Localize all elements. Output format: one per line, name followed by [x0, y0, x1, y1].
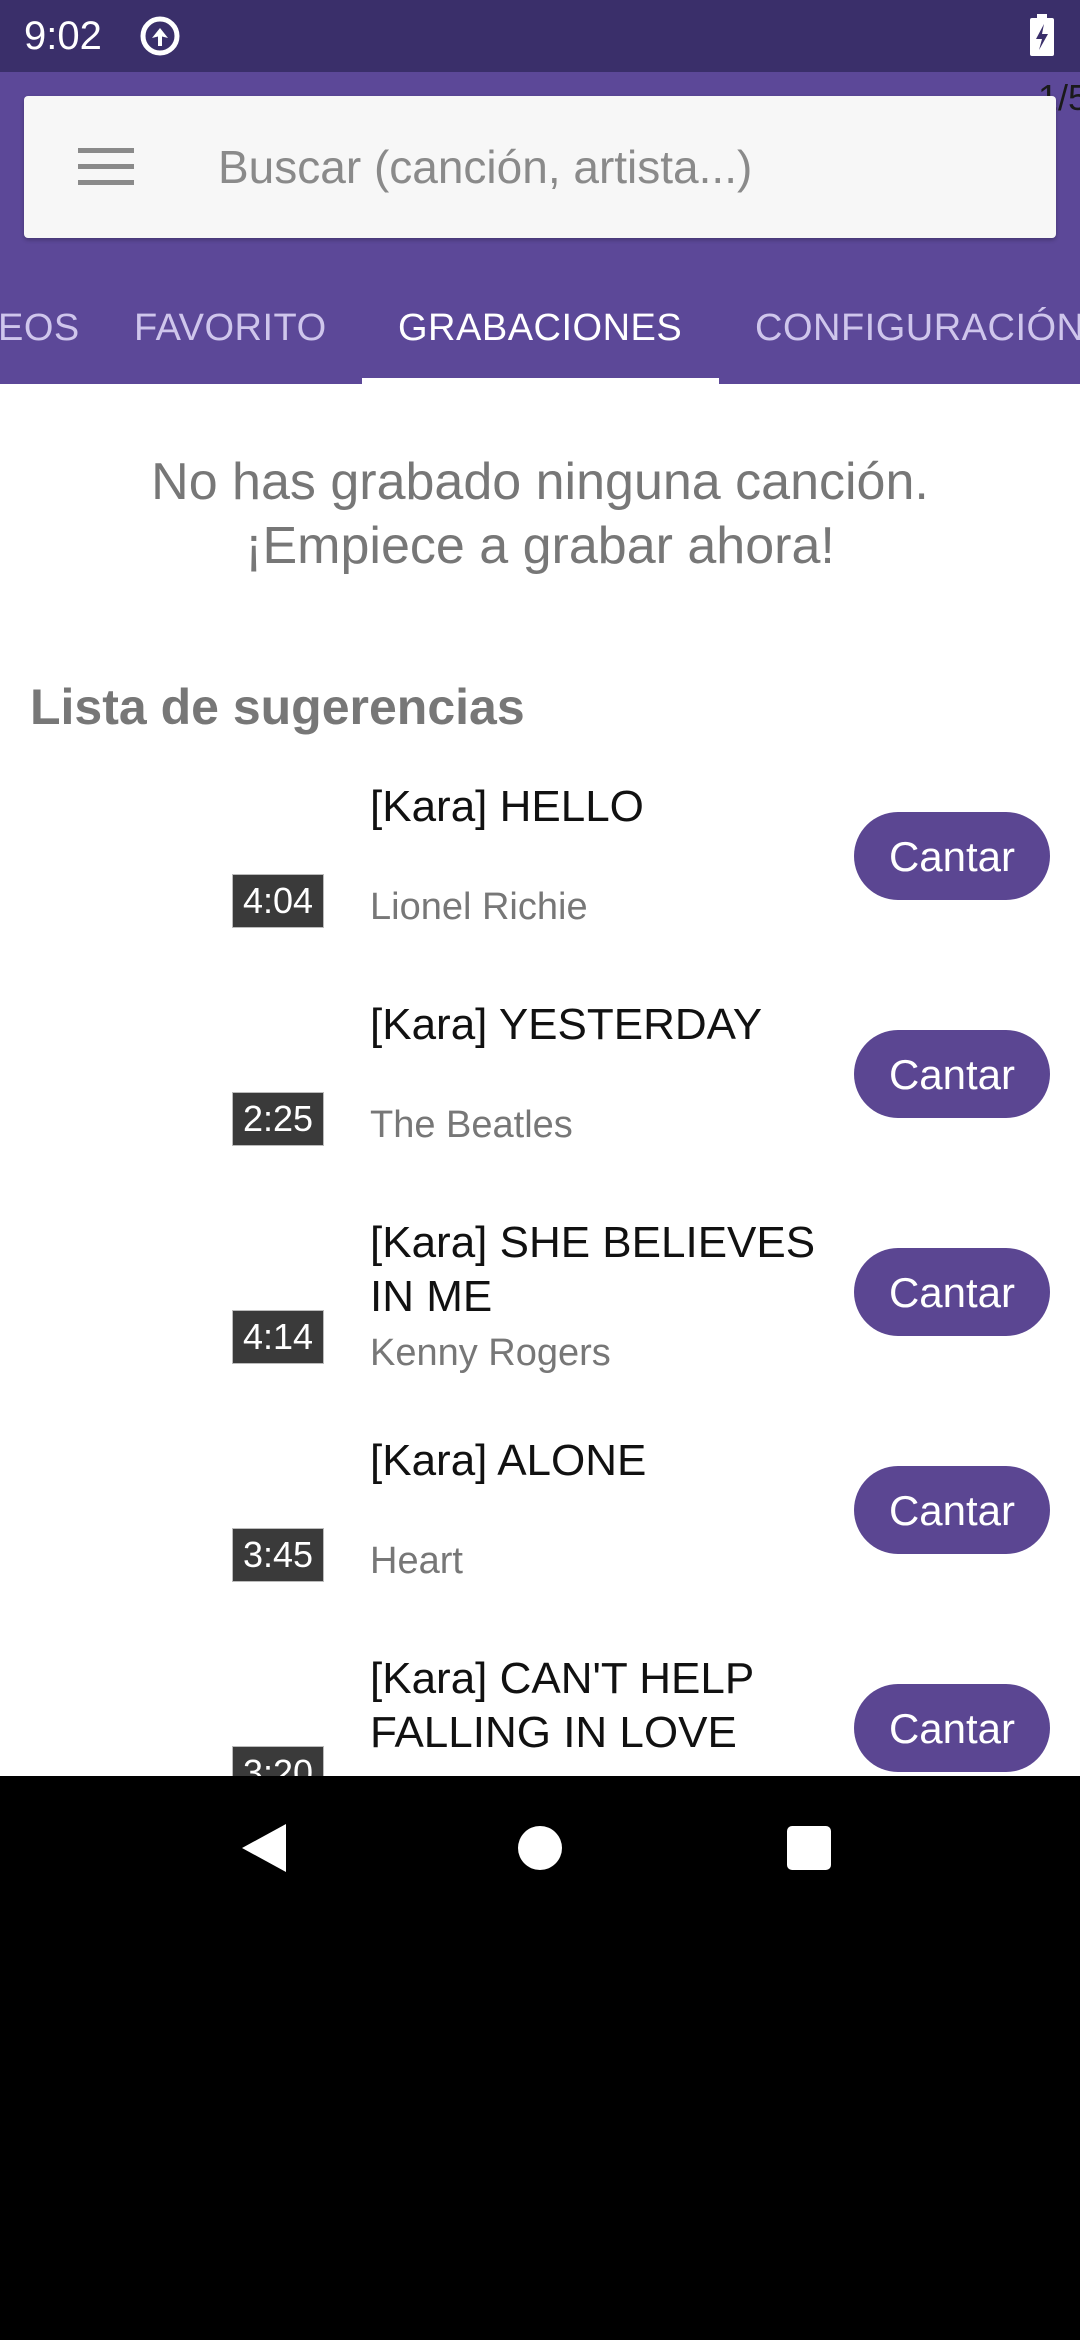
app-screen: 9:02 1/5 EOS FAVORITO GRABACIONES C — [0, 0, 1080, 2340]
duration-badge: 3:45 — [232, 1528, 324, 1582]
search-input[interactable] — [216, 126, 1020, 208]
song-list-item[interactable]: 4:14 [Kara] SHE BELIEVES IN ME Kenny Rog… — [0, 1216, 1080, 1434]
search-bar[interactable] — [24, 96, 1056, 238]
app-header: 1/5 EOS FAVORITO GRABACIONES CONFIGURACI… — [0, 72, 1080, 384]
duration-badge: 4:04 — [232, 874, 324, 928]
song-title: [Kara] CAN'T HELP FALLING IN LOVE (AC... — [370, 1654, 754, 1757]
song-artist: Lionel Richie — [370, 886, 588, 928]
suggestions-title: Lista de sugerencias — [30, 679, 525, 735]
tab-configuracion[interactable]: CONFIGURACIÓN — [755, 268, 1080, 384]
empty-recordings-message: No has grabado ninguna canción. ¡Empiece… — [0, 450, 1080, 578]
status-bar: 9:02 — [0, 0, 1080, 72]
recents-square-icon[interactable] — [787, 1826, 831, 1870]
song-title: [Kara] ALONE — [370, 1436, 647, 1485]
song-title: [Kara] HELLO — [370, 782, 644, 831]
song-title: [Kara] SHE BELIEVES IN ME — [370, 1218, 816, 1321]
song-title: [Kara] YESTERDAY — [370, 1000, 763, 1049]
hamburger-menu-icon[interactable] — [78, 144, 134, 188]
song-list-item[interactable]: 3:45 [Kara] ALONE Heart Cantar — [0, 1434, 1080, 1652]
song-artist: Heart — [370, 1540, 463, 1582]
status-time: 9:02 — [24, 14, 102, 58]
song-list-item[interactable]: 2:25 [Kara] YESTERDAY The Beatles Cantar — [0, 998, 1080, 1216]
tab-bar: EOS FAVORITO GRABACIONES CONFIGURACIÓN — [0, 268, 1080, 384]
sing-button[interactable]: Cantar — [854, 1030, 1050, 1118]
sync-circle-icon — [140, 16, 180, 56]
sing-button[interactable]: Cantar — [854, 812, 1050, 900]
recordings-content: No has grabado ninguna canción. ¡Empiece… — [0, 384, 1080, 1776]
system-nav-bar — [0, 1776, 1080, 1920]
duration-badge: 2:25 — [232, 1092, 324, 1146]
song-artist: The Beatles — [370, 1104, 573, 1146]
duration-badge: 3:20 — [232, 1746, 324, 1776]
song-list-item[interactable]: 3:20 [Kara] CAN'T HELP FALLING IN LOVE (… — [0, 1652, 1080, 1776]
duration-badge: 4:14 — [232, 1310, 324, 1364]
tab-grabaciones[interactable]: GRABACIONES — [398, 268, 682, 384]
tab-favorito[interactable]: FAVORITO — [134, 268, 327, 384]
sing-button[interactable]: Cantar — [854, 1248, 1050, 1336]
empty-message-line-1: No has grabado ninguna canción. — [151, 453, 929, 511]
tab-videos[interactable]: EOS — [0, 268, 80, 384]
sing-button[interactable]: Cantar — [854, 1684, 1050, 1772]
song-artist: Kenny Rogers — [370, 1332, 611, 1374]
song-list-item[interactable]: 4:04 [Kara] HELLO Lionel Richie Cantar — [0, 780, 1080, 998]
home-circle-icon[interactable] — [518, 1826, 562, 1870]
sing-button[interactable]: Cantar — [854, 1466, 1050, 1554]
back-triangle-icon[interactable] — [240, 1822, 288, 1874]
battery-charging-icon — [1030, 14, 1054, 56]
empty-message-line-2: ¡Empiece a grabar ahora! — [245, 517, 835, 575]
